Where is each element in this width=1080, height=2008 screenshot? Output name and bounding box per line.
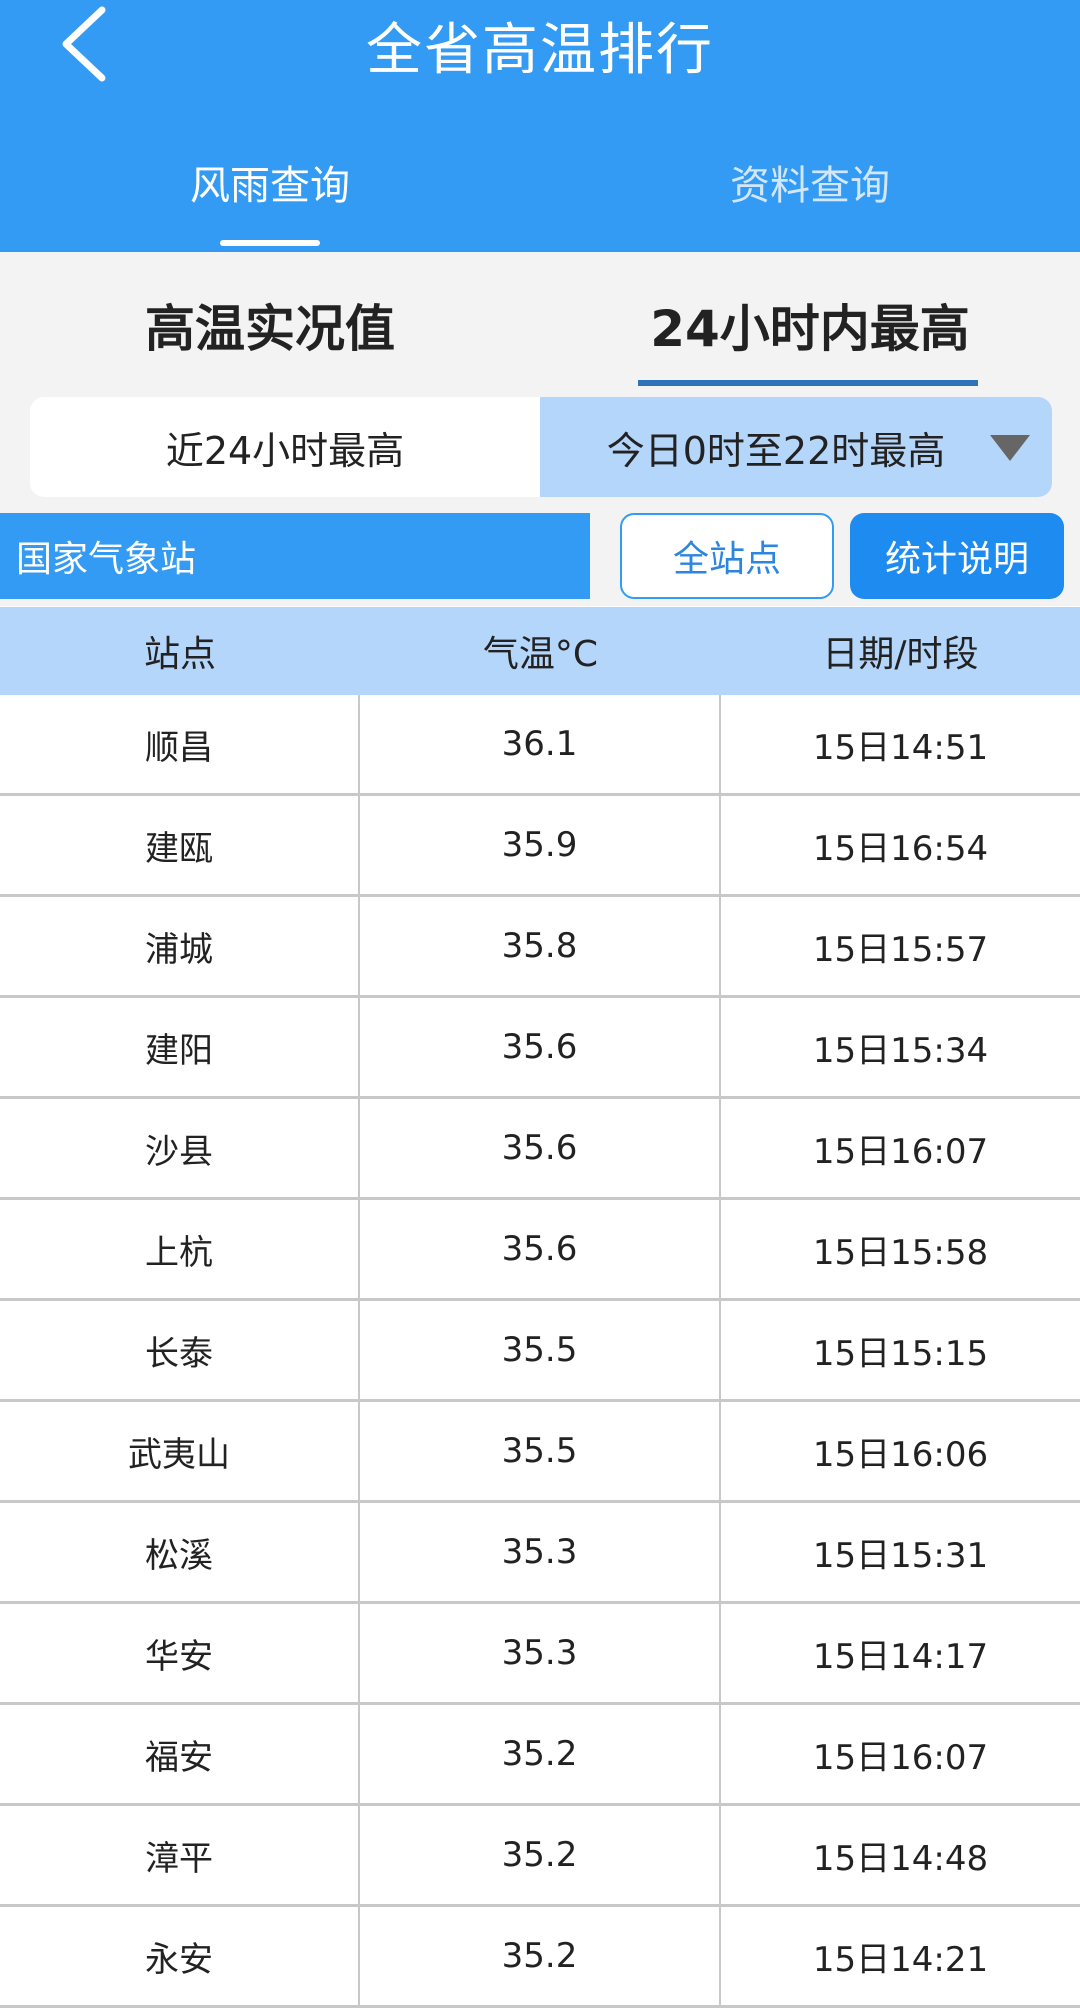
segment-label: 近24小时最高 xyxy=(165,428,405,473)
column-header-datetime: 日期/时段 xyxy=(822,634,979,675)
cell-datetime: 15日16:07 xyxy=(812,1737,989,1778)
active-tab-indicator xyxy=(220,240,320,246)
tab-wind-rain-query[interactable]: 风雨查询 xyxy=(0,142,540,222)
cell-station: 顺昌 xyxy=(0,695,360,793)
cell-temperature: 35.3 xyxy=(360,1503,721,1601)
cell-temperature: 35.9 xyxy=(360,796,721,894)
table-row[interactable]: 长泰 35.5 15日15:15 xyxy=(0,1301,1080,1402)
cell-datetime: 15日14:51 xyxy=(812,727,989,768)
cell-datetime: 15日15:58 xyxy=(812,1232,989,1273)
cell-station: 松溪 xyxy=(0,1503,360,1601)
segment-today-range-dropdown[interactable]: 今日0时至22时最高 xyxy=(540,397,1052,497)
tab-24h-max[interactable]: 24小时内最高 xyxy=(630,282,990,368)
cell-temperature: 35.6 xyxy=(360,1099,721,1197)
cell-station: 浦城 xyxy=(0,897,360,995)
cell-temperature: 35.2 xyxy=(360,1705,721,1803)
cell-datetime: 15日15:31 xyxy=(812,1535,989,1576)
cell-temperature: 35.2 xyxy=(360,1806,721,1904)
cell-station: 上杭 xyxy=(0,1200,360,1298)
table-row[interactable]: 建瓯 35.9 15日16:54 xyxy=(0,796,1080,897)
cell-datetime: 15日16:06 xyxy=(812,1434,989,1475)
tab-high-temp-live[interactable]: 高温实况值 xyxy=(100,282,440,368)
active-mode-indicator xyxy=(638,380,978,386)
app-header: 全省高温排行 风雨查询 资料查询 xyxy=(0,0,1080,252)
cell-datetime: 15日16:07 xyxy=(812,1131,989,1172)
table-row[interactable]: 武夷山 35.5 15日16:06 xyxy=(0,1402,1080,1503)
cell-temperature: 35.5 xyxy=(360,1301,721,1399)
cell-temperature: 35.6 xyxy=(360,998,721,1096)
column-header-station: 站点 xyxy=(143,634,216,675)
cell-temperature: 35.5 xyxy=(360,1402,721,1500)
cell-datetime: 15日14:21 xyxy=(812,1939,989,1980)
cell-station: 福安 xyxy=(0,1705,360,1803)
station-type-label: 国家气象站 xyxy=(16,539,197,580)
table-row[interactable]: 顺昌 36.1 15日14:51 xyxy=(0,695,1080,796)
tab-data-query[interactable]: 资料查询 xyxy=(540,142,1080,222)
cell-temperature: 35.3 xyxy=(360,1604,721,1702)
table-row[interactable]: 漳平 35.2 15日14:48 xyxy=(0,1806,1080,1907)
cell-station: 长泰 xyxy=(0,1301,360,1399)
cell-datetime: 15日16:54 xyxy=(812,828,989,869)
cell-station: 华安 xyxy=(0,1604,360,1702)
table-row[interactable]: 永安 35.2 15日14:21 xyxy=(0,1907,1080,2008)
cell-datetime: 15日14:48 xyxy=(812,1838,989,1879)
table-row[interactable]: 沙县 35.6 15日16:07 xyxy=(0,1099,1080,1200)
cell-station: 武夷山 xyxy=(0,1402,360,1500)
caret-down-icon xyxy=(990,435,1030,461)
cell-datetime: 15日14:17 xyxy=(812,1636,989,1677)
page-title: 全省高温排行 xyxy=(366,17,714,83)
column-header-temperature: 气温°C xyxy=(482,634,599,675)
stats-help-button[interactable]: 统计说明 xyxy=(850,513,1064,599)
table-row[interactable]: 福安 35.2 15日16:07 xyxy=(0,1705,1080,1806)
table-row[interactable]: 华安 35.3 15日14:17 xyxy=(0,1604,1080,1705)
cell-station: 建瓯 xyxy=(0,796,360,894)
cell-station: 永安 xyxy=(0,1907,360,2005)
cell-temperature: 36.1 xyxy=(360,695,721,793)
segment-label: 今日0时至22时最高 xyxy=(606,428,946,473)
table-row[interactable]: 浦城 35.8 15日15:57 xyxy=(0,897,1080,998)
cell-station: 建阳 xyxy=(0,998,360,1096)
cell-temperature: 35.2 xyxy=(360,1907,721,2005)
table-header: 站点 气温°C 日期/时段 xyxy=(0,607,1080,695)
segment-last-24h-max[interactable]: 近24小时最高 xyxy=(30,397,540,497)
cell-station: 沙县 xyxy=(0,1099,360,1197)
chevron-left-icon[interactable] xyxy=(52,4,122,84)
station-type-selector[interactable]: 国家气象站 xyxy=(0,513,590,599)
all-stations-button[interactable]: 全站点 xyxy=(620,513,834,599)
cell-datetime: 15日15:34 xyxy=(812,1030,989,1071)
table-row[interactable]: 松溪 35.3 15日15:31 xyxy=(0,1503,1080,1604)
cell-station: 漳平 xyxy=(0,1806,360,1904)
cell-temperature: 35.6 xyxy=(360,1200,721,1298)
table-body: 顺昌 36.1 15日14:51 建瓯 35.9 15日16:54 浦城 35.… xyxy=(0,695,1080,2008)
cell-datetime: 15日15:15 xyxy=(812,1333,989,1374)
cell-temperature: 35.8 xyxy=(360,897,721,995)
table-row[interactable]: 建阳 35.6 15日15:34 xyxy=(0,998,1080,1099)
table-row[interactable]: 上杭 35.6 15日15:58 xyxy=(0,1200,1080,1301)
cell-datetime: 15日15:57 xyxy=(812,929,989,970)
